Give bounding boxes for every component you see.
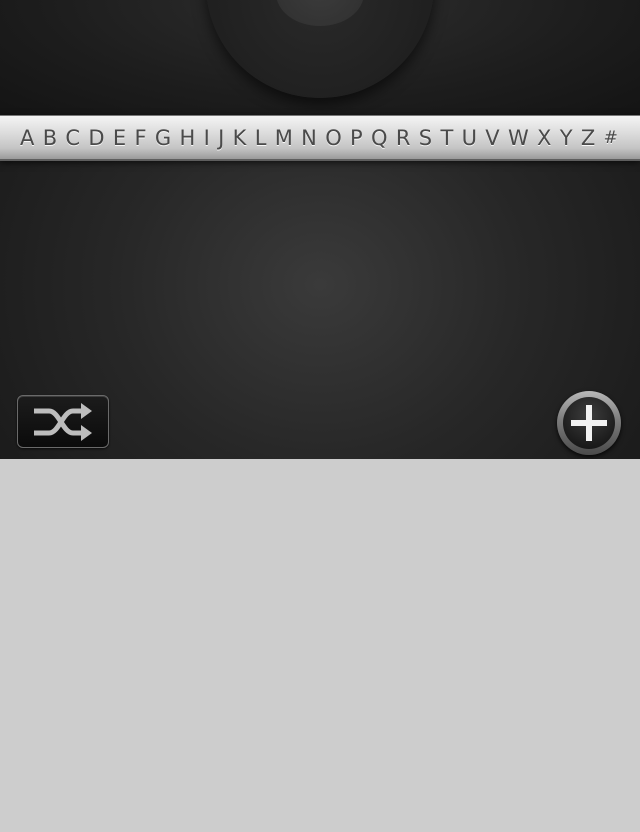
add-button-face: [563, 397, 615, 449]
wheel-area: [0, 0, 640, 115]
index-letter-w[interactable]: W: [508, 115, 529, 161]
index-letter-e[interactable]: E: [113, 115, 126, 161]
add-button[interactable]: [557, 391, 621, 455]
index-letter-k[interactable]: K: [233, 115, 247, 161]
index-letter-g[interactable]: G: [155, 115, 171, 161]
index-letter-hash[interactable]: #: [604, 115, 618, 161]
index-letter-l[interactable]: L: [255, 115, 267, 161]
index-letter-u[interactable]: U: [462, 115, 477, 161]
index-letter-h[interactable]: H: [179, 115, 195, 161]
index-letter-c[interactable]: C: [65, 115, 80, 161]
index-letter-m[interactable]: M: [275, 115, 293, 161]
empty-content-area: [0, 459, 640, 832]
index-letter-b[interactable]: B: [43, 115, 57, 161]
index-letter-i[interactable]: I: [204, 115, 210, 161]
index-letter-f[interactable]: F: [134, 115, 146, 161]
shuffle-button[interactable]: [17, 395, 109, 448]
index-letter-v[interactable]: V: [485, 115, 499, 161]
index-letter-y[interactable]: Y: [560, 115, 573, 161]
index-letter-q[interactable]: Q: [371, 115, 388, 161]
index-letter-a[interactable]: A: [20, 115, 34, 161]
index-letter-r[interactable]: R: [396, 115, 411, 161]
index-letter-o[interactable]: O: [325, 115, 342, 161]
shuffle-icon: [34, 402, 92, 441]
disc-wheel-icon[interactable]: [206, 0, 434, 98]
index-letter-p[interactable]: P: [350, 115, 363, 161]
index-letter-t[interactable]: T: [440, 115, 453, 161]
index-letter-n[interactable]: N: [301, 115, 317, 161]
index-letter-j[interactable]: J: [218, 115, 224, 161]
index-letter-x[interactable]: X: [537, 115, 551, 161]
alphabet-index-bar: A B C D E F G H I J K L M N O P Q R S T U V W X Y Z #: [0, 115, 640, 161]
index-letter-s[interactable]: S: [419, 115, 432, 161]
wheel-hub: [276, 0, 364, 26]
index-letter-d[interactable]: D: [88, 115, 104, 161]
plus-icon: [571, 405, 607, 441]
index-letter-z[interactable]: Z: [581, 115, 595, 161]
player-screen: A B C D E F G H I J K L M N O P Q R S T U V W X Y Z #: [0, 0, 640, 459]
